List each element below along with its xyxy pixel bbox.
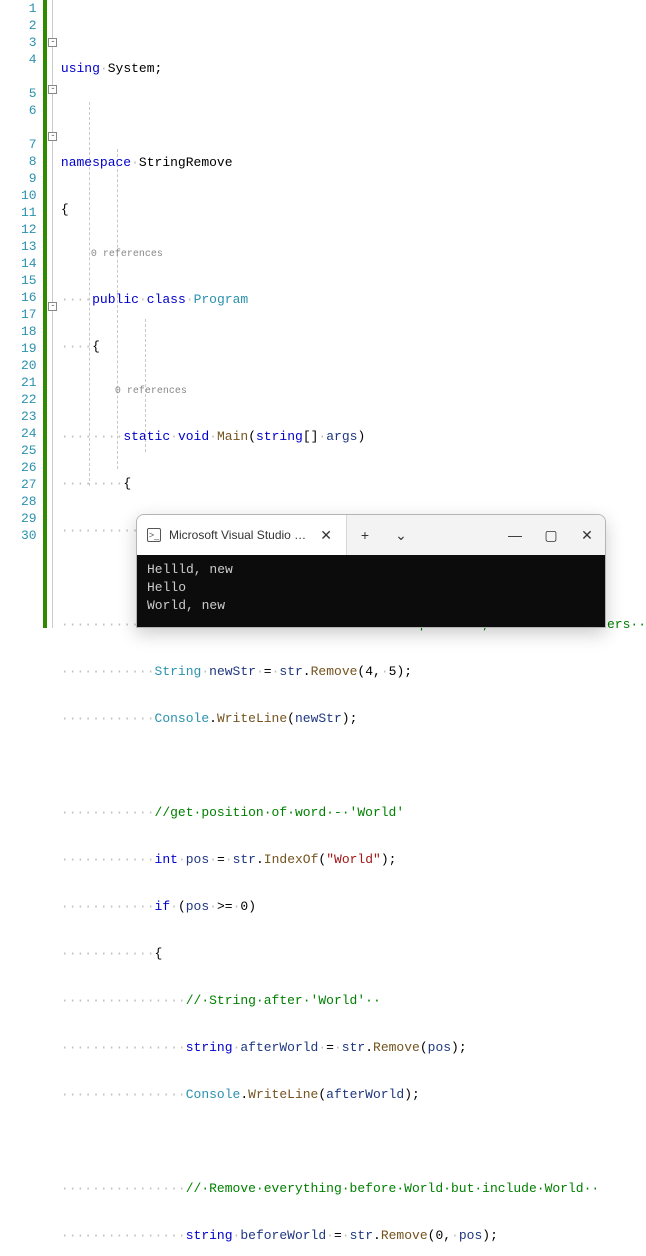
line-number: 22 — [0, 391, 37, 408]
chevron-down-icon: ⌄ — [395, 527, 407, 544]
code-line[interactable]: ····{ — [61, 338, 646, 355]
line-number: 8 — [0, 153, 37, 170]
code-line[interactable]: ········{ — [61, 475, 646, 492]
code-line[interactable]: ············String·newStr·=·str.Remove(4… — [61, 663, 646, 680]
line-number: 21 — [0, 374, 37, 391]
code-line[interactable]: ············//get·position·of·word·-·'Wo… — [61, 804, 646, 821]
line-number: 18 — [0, 323, 37, 340]
terminal-tab[interactable]: >_ Microsoft Visual Studio Debug Console… — [137, 515, 347, 555]
line-number: 7 — [0, 136, 37, 153]
code-line[interactable]: namespace·StringRemove — [61, 154, 646, 171]
close-window-button[interactable]: ✕ — [569, 515, 605, 555]
code-line[interactable]: ············int·pos·=·str.IndexOf("World… — [61, 851, 646, 868]
terminal-window: >_ Microsoft Visual Studio Debug Console… — [136, 514, 606, 628]
line-number: 10 — [0, 187, 37, 204]
code-line[interactable]: ········static·void·Main(string[]·args) — [61, 428, 646, 445]
line-number: 1 — [0, 0, 37, 17]
line-number: 11 — [0, 204, 37, 221]
code-line[interactable] — [61, 757, 646, 774]
line-number: 30 — [0, 527, 37, 544]
code-line[interactable]: ····public·class·Program — [61, 291, 646, 308]
line-number: 15 — [0, 272, 37, 289]
tab-dropdown-button[interactable]: ⌄ — [383, 515, 419, 555]
line-number: 26 — [0, 459, 37, 476]
code-line[interactable]: ················Console.WriteLine(afterW… — [61, 1086, 646, 1103]
line-number: 17 — [0, 306, 37, 323]
codelens-references[interactable]: 0 references — [61, 385, 646, 398]
line-number: 24 — [0, 425, 37, 442]
maximize-button[interactable]: ▢ — [533, 515, 569, 555]
code-line[interactable]: { — [61, 201, 646, 218]
tab-close-button[interactable]: ✕ — [316, 525, 336, 546]
fold-toggle[interactable]: - — [48, 38, 57, 47]
line-number: 3 — [0, 34, 37, 51]
code-line[interactable]: ················string·beforeWorld·=·str… — [61, 1227, 646, 1244]
minimize-button[interactable]: — — [497, 515, 533, 555]
code-line[interactable]: ············Console.WriteLine(newStr); — [61, 710, 646, 727]
line-number: 23 — [0, 408, 37, 425]
terminal-output[interactable]: Hellld, new Hello World, new — [137, 555, 605, 627]
line-number: 27 — [0, 476, 37, 493]
terminal-tab-title: Microsoft Visual Studio Debug Console — [169, 528, 308, 542]
new-tab-button[interactable]: + — [347, 515, 383, 555]
code-line[interactable]: ················//·Remove·everything·bef… — [61, 1180, 646, 1197]
code-line[interactable]: ················//·String·after·'World'·… — [61, 992, 646, 1009]
line-number: 19 — [0, 340, 37, 357]
line-number: 13 — [0, 238, 37, 255]
line-number: 29 — [0, 510, 37, 527]
code-line[interactable]: ················string·afterWorld·=·str.… — [61, 1039, 646, 1056]
line-number: 16 — [0, 289, 37, 306]
code-line[interactable] — [61, 1133, 646, 1150]
line-number: 5 — [0, 85, 37, 102]
line-number: 20 — [0, 357, 37, 374]
line-number: 12 — [0, 221, 37, 238]
codelens-references[interactable]: 0 references — [61, 248, 646, 261]
fold-toggle[interactable]: - — [48, 132, 57, 141]
line-number: 14 — [0, 255, 37, 272]
line-number-gutter: 1 2 3 4 5 6 7 8 9 10 11 12 13 14 15 16 1… — [0, 0, 43, 628]
line-number: 6 — [0, 102, 37, 119]
code-line[interactable] — [61, 107, 646, 124]
line-number: 25 — [0, 442, 37, 459]
fold-toggle[interactable]: - — [48, 85, 57, 94]
terminal-titlebar[interactable]: >_ Microsoft Visual Studio Debug Console… — [137, 515, 605, 555]
line-number: 2 — [0, 17, 37, 34]
fold-toggle[interactable]: - — [48, 302, 57, 311]
line-number: 9 — [0, 170, 37, 187]
terminal-icon: >_ — [147, 528, 161, 542]
line-number: 28 — [0, 493, 37, 510]
code-line[interactable]: using·System; — [61, 60, 646, 77]
code-line[interactable]: ············if·(pos·>=·0) — [61, 898, 646, 915]
fold-column: - - - - — [47, 0, 60, 628]
code-line[interactable]: ············{ — [61, 945, 646, 962]
line-number: 4 — [0, 51, 37, 68]
